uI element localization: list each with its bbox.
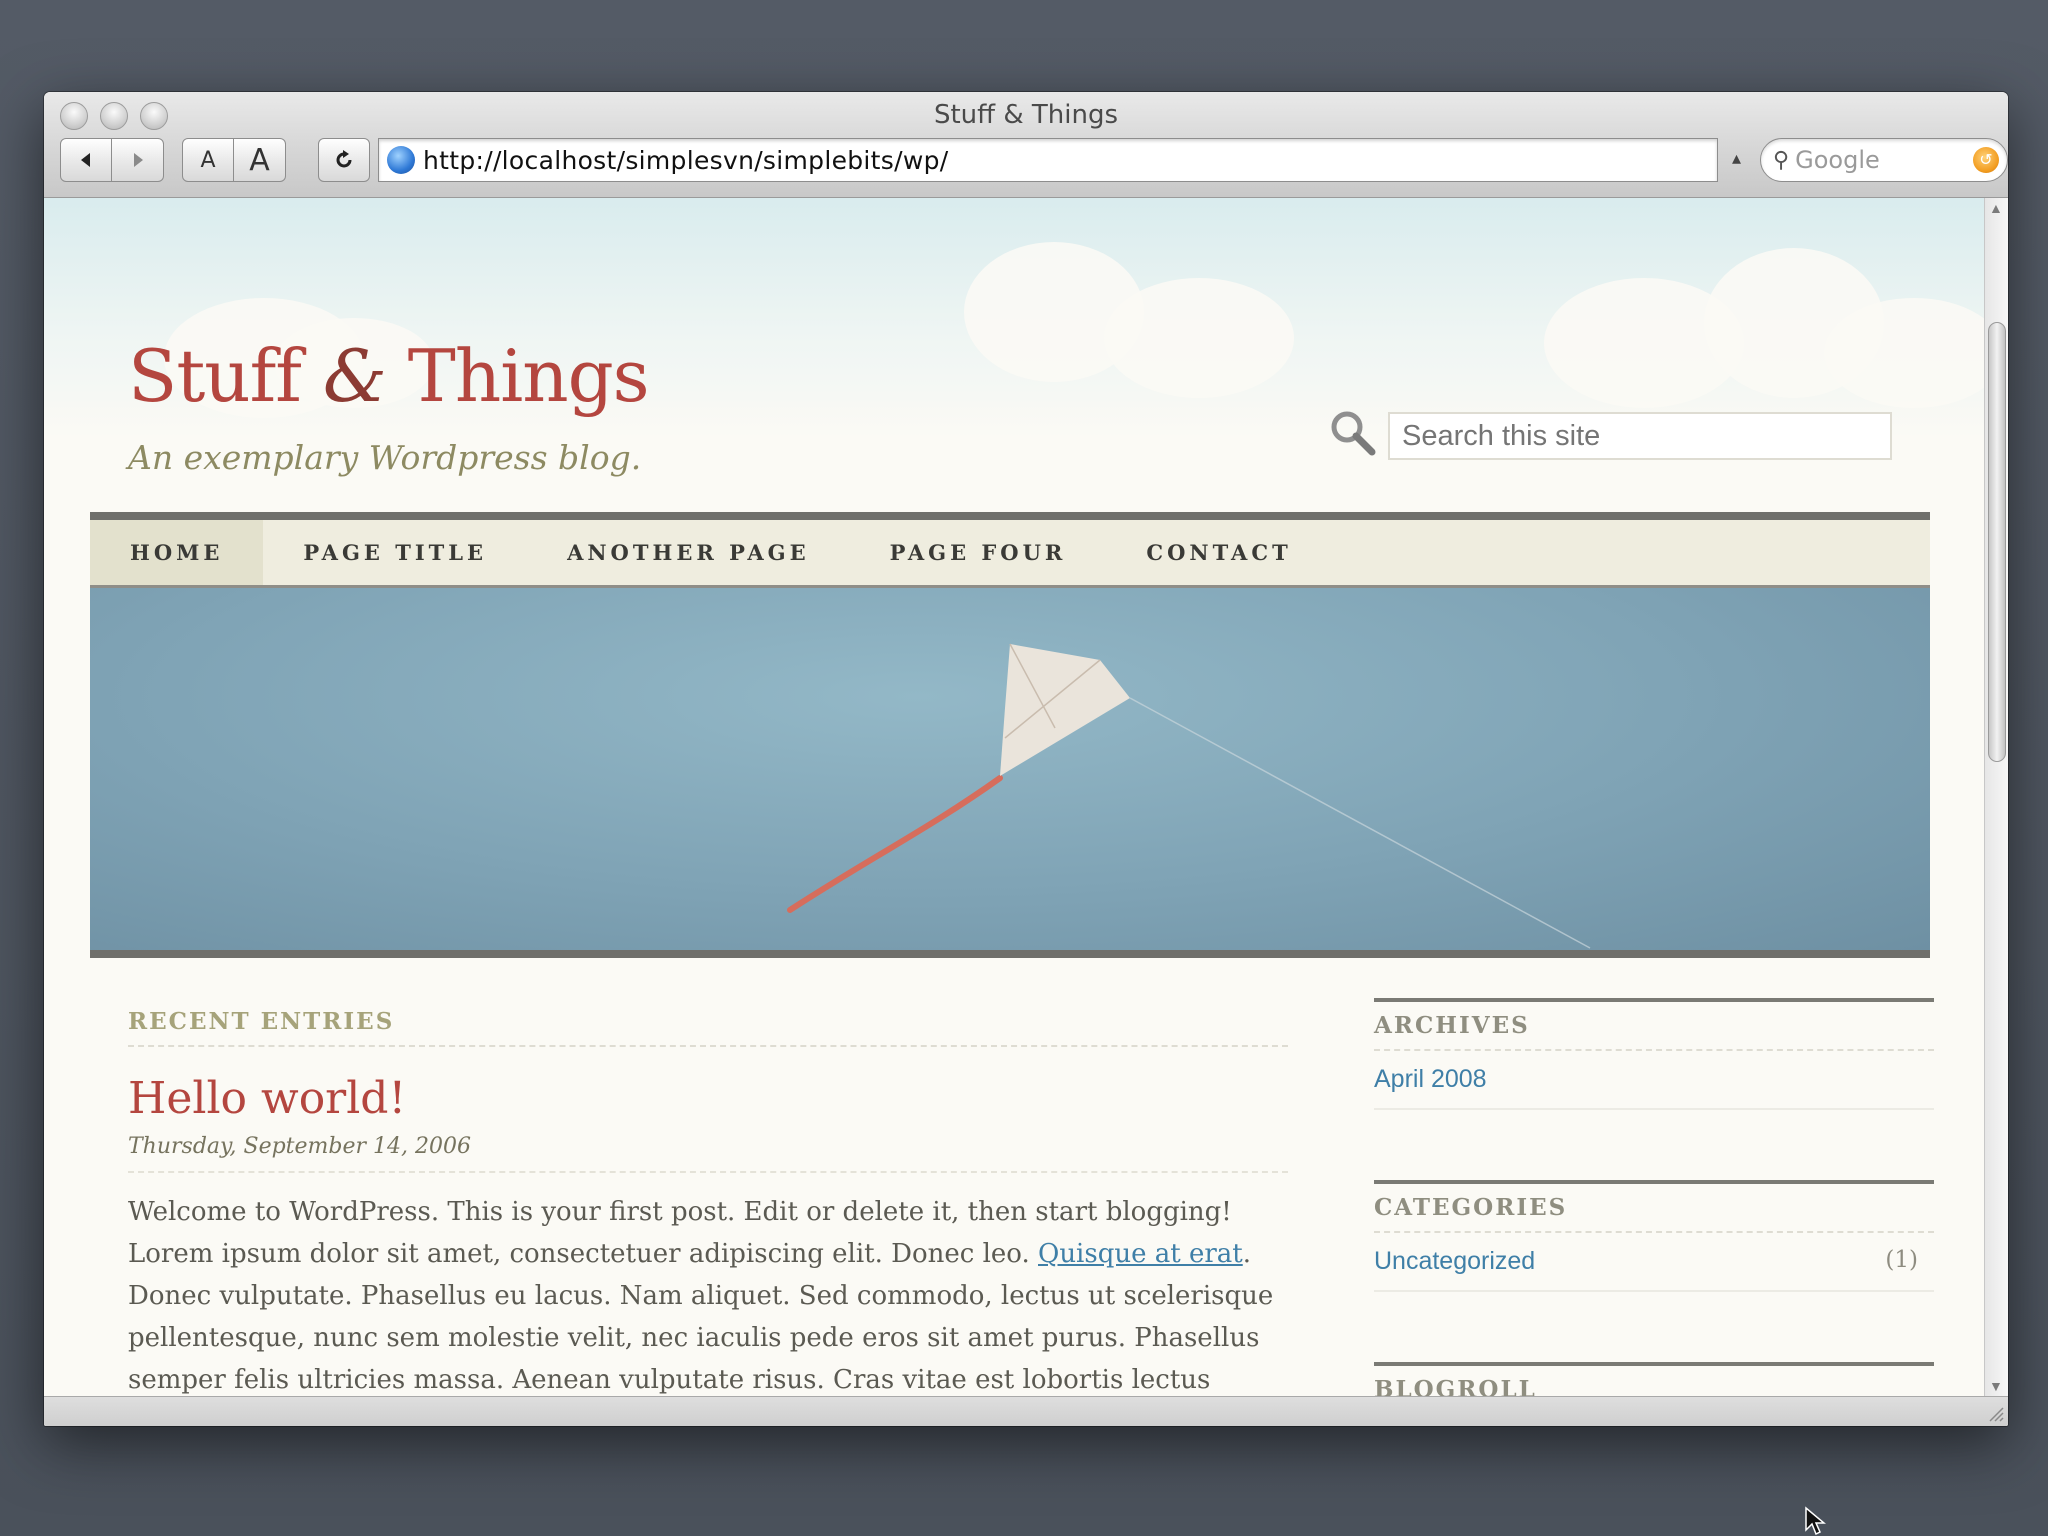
browser-search-placeholder: Google [1795, 146, 1880, 174]
window-title: Stuff & Things [933, 100, 1118, 130]
blogroll-heading: BLOGROLL [1374, 1366, 1934, 1396]
reload-group [318, 138, 370, 182]
post-body: Welcome to WordPress. This is your first… [128, 1191, 1298, 1396]
site-title-ampersand: & [322, 334, 387, 418]
category-link[interactable]: Uncategorized [1374, 1247, 1535, 1276]
nav-item-home[interactable]: HOME [90, 520, 264, 585]
forward-button[interactable] [112, 138, 164, 182]
back-button[interactable] [60, 138, 112, 182]
site-tagline: An exemplary Wordpress blog. [128, 438, 642, 477]
category-count: (1) [1885, 1247, 1918, 1273]
toolbar: A A http://localhost/simplesvn/simplebit… [60, 138, 2008, 184]
navigation-buttons [60, 138, 164, 182]
scrollbar-thumb[interactable] [1988, 322, 2006, 762]
browser-window: Stuff & Things A A http://localhost/simp… [44, 92, 2008, 1426]
reload-icon [336, 150, 352, 168]
archives-widget: ARCHIVES April 2008 [1374, 998, 1934, 1110]
search-go-icon[interactable]: ↺ [1973, 147, 1999, 173]
status-bar [44, 1396, 2008, 1426]
browser-search-field[interactable]: ⚲ Google ↺ [1760, 138, 2008, 182]
archives-heading: ARCHIVES [1374, 1002, 1934, 1051]
text-size-buttons: A A [182, 138, 286, 182]
mouse-pointer-icon [1805, 1506, 1826, 1536]
forward-arrow-icon [133, 153, 143, 167]
post-date: Thursday, September 14, 2006 [128, 1134, 1288, 1173]
post-title[interactable]: Hello world! [128, 1073, 1288, 1124]
kite-illustration [787, 643, 1591, 949]
post-inline-link[interactable]: Quisque at erat [1038, 1239, 1243, 1269]
category-link-row[interactable]: Uncategorized (1) [1374, 1233, 1934, 1292]
site-title[interactable]: Stuff & Things [128, 334, 650, 418]
reload-button[interactable] [318, 138, 370, 182]
site-search-input[interactable] [1388, 412, 1892, 460]
nav-item-another-page[interactable]: ANOTHER PAGE [527, 520, 850, 585]
hero-kite-image [90, 588, 1930, 958]
text-smaller-button[interactable]: A [182, 138, 234, 182]
nav-item-page-title[interactable]: PAGE TITLE [263, 520, 527, 585]
address-bar[interactable]: http://localhost/simplesvn/simplebits/wp… [378, 138, 1718, 182]
main-column: RECENT ENTRIES Hello world! Thursday, Se… [128, 1008, 1288, 1396]
blogroll-widget: BLOGROLL [1374, 1362, 1934, 1396]
caret-up-icon[interactable]: ▴ [1732, 148, 1741, 169]
archive-link-row[interactable]: April 2008 [1374, 1051, 1934, 1110]
globe-icon [387, 146, 415, 174]
nav-item-contact[interactable]: CONTACT [1106, 520, 1331, 585]
site-title-part2: Things [407, 334, 650, 418]
url-text: http://localhost/simplesvn/simplebits/wp… [423, 145, 949, 175]
back-arrow-icon [81, 153, 90, 167]
site-title-part1: Stuff [128, 334, 323, 418]
categories-heading: CATEGORIES [1374, 1184, 1934, 1233]
main-navigation: HOME PAGE TITLE ANOTHER PAGE PAGE FOUR C… [90, 512, 1930, 588]
categories-widget: CATEGORIES Uncategorized (1) [1374, 1180, 1934, 1292]
vertical-scrollbar[interactable]: ▲ ▼ [1984, 198, 2008, 1396]
sidebar: ARCHIVES April 2008 CATEGORIES Uncategor… [1374, 998, 1934, 1396]
nav-item-page-four[interactable]: PAGE FOUR [850, 520, 1107, 585]
recent-entries-heading: RECENT ENTRIES [128, 1008, 1288, 1047]
title-bar: Stuff & Things A A http://localhost/simp… [44, 92, 2008, 198]
scroll-up-arrow-icon[interactable]: ▲ [1989, 200, 2003, 216]
page-viewport: Stuff & Things An exemplary Wordpress bl… [44, 198, 1984, 1396]
resize-grip-icon[interactable] [1986, 1404, 2004, 1422]
scroll-down-arrow-icon[interactable]: ▼ [1989, 1378, 2003, 1394]
magnifier-icon [1331, 411, 1376, 456]
search-icon: ⚲ [1773, 147, 1790, 172]
text-larger-button[interactable]: A [234, 138, 286, 182]
archive-link[interactable]: April 2008 [1374, 1065, 1487, 1094]
